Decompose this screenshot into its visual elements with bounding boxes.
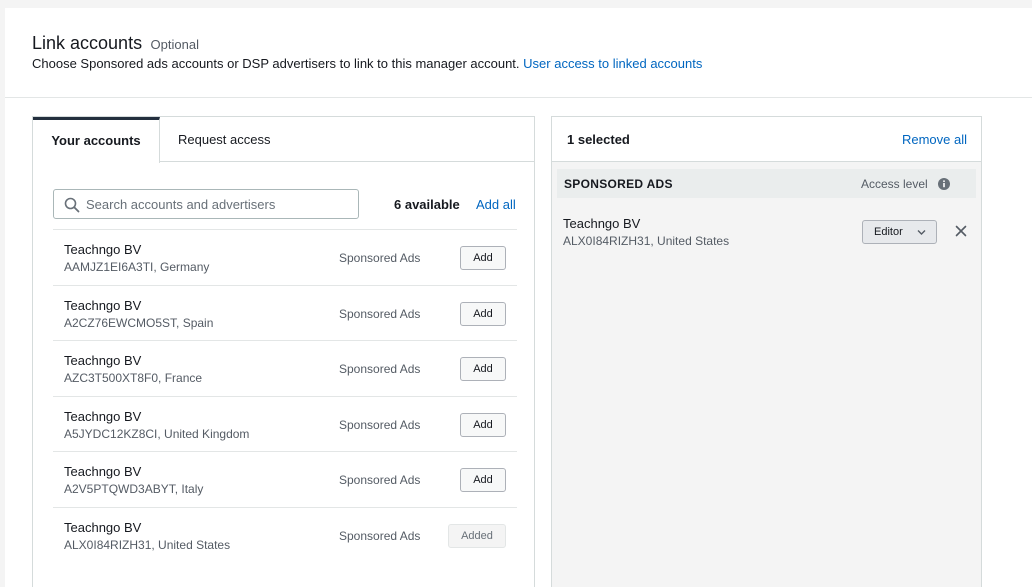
selected-header: 1 selected Remove all xyxy=(552,117,981,162)
account-name: Teachngo BV xyxy=(64,242,142,257)
tab-request-access[interactable]: Request access xyxy=(178,117,271,162)
subtitle-text: Choose Sponsored ads accounts or DSP adv… xyxy=(32,56,520,71)
account-type: Sponsored Ads xyxy=(339,473,421,488)
selected-count: 1 selected xyxy=(567,132,630,147)
access-level-label: Access level xyxy=(861,177,928,191)
account-type: Sponsored Ads xyxy=(339,306,421,321)
selected-account-id: ALX0I84RIZH31, United States xyxy=(563,234,730,248)
account-name: Teachngo BV xyxy=(64,464,142,480)
search-box[interactable] xyxy=(53,189,359,219)
account-name: Teachngo BV xyxy=(64,297,142,313)
section-header: SPONSORED ADS Access level xyxy=(557,169,976,198)
search-input[interactable] xyxy=(86,194,354,214)
account-id: ALX0I84RIZH31, United States xyxy=(64,537,231,552)
add-button[interactable]: Add xyxy=(460,468,506,493)
account-type: Sponsored Ads xyxy=(339,362,421,377)
page-title: Link accounts xyxy=(32,33,143,53)
account-id: AAMJZ1EI6A3TI, Germany xyxy=(64,260,210,274)
access-level-select[interactable]: Editor xyxy=(862,220,937,244)
remove-all-link[interactable]: Remove all xyxy=(902,132,967,147)
selected-panel: 1 selected Remove all SPONSORED ADS Acce… xyxy=(551,116,982,587)
table-row: Teachngo BV AZC3T500XT8F0, France Sponso… xyxy=(53,340,517,396)
account-type: Sponsored Ads xyxy=(339,251,421,265)
table-row: Teachngo BV A2CZ76EWCMO5ST, Spain Sponso… xyxy=(53,284,517,341)
info-icon[interactable] xyxy=(938,178,950,190)
available-count: 6 available xyxy=(394,197,460,212)
page-subtitle: Choose Sponsored ads accounts or DSP adv… xyxy=(32,56,702,71)
page-header: Link accounts Optional Choose Sponsored … xyxy=(5,8,1032,98)
account-id: A2V5PTQWD3ABYT, Italy xyxy=(64,482,204,497)
add-button[interactable]: Add xyxy=(460,246,506,270)
role-label: Editor xyxy=(874,226,903,238)
account-name: Teachngo BV xyxy=(64,408,142,424)
section-title: SPONSORED ADS xyxy=(564,177,673,191)
added-badge: Added xyxy=(448,523,506,548)
table-row: Teachngo BV ALX0I84RIZH31, United States… xyxy=(53,506,517,563)
chevron-down-icon xyxy=(917,230,926,235)
add-button[interactable]: Add xyxy=(460,357,506,382)
search-icon xyxy=(64,197,80,213)
account-type: Sponsored Ads xyxy=(339,417,421,432)
add-all-link[interactable]: Add all xyxy=(476,197,516,212)
table-row: Teachngo BV A2V5PTQWD3ABYT, Italy Sponso… xyxy=(53,451,517,507)
accounts-list: Teachngo BV AAMJZ1EI6A3TI, Germany Spons… xyxy=(53,229,517,563)
tab-your-accounts[interactable]: Your accounts xyxy=(33,117,160,163)
add-button[interactable]: Add xyxy=(460,412,506,437)
account-id: A2CZ76EWCMO5ST, Spain xyxy=(64,315,214,330)
tab-bar: Your accounts Request access xyxy=(33,117,534,163)
optional-label: Optional xyxy=(150,37,199,52)
accounts-panel: Your accounts Request access 6 available… xyxy=(32,116,535,587)
table-row: Teachngo BV A5JYDC12KZ8CI, United Kingdo… xyxy=(53,395,517,452)
account-id: AZC3T500XT8F0, France xyxy=(64,371,203,386)
close-icon[interactable] xyxy=(955,225,967,237)
account-type: Sponsored Ads xyxy=(339,528,421,543)
title-line: Link accounts Optional xyxy=(32,33,199,54)
table-row: Teachngo BV AAMJZ1EI6A3TI, Germany Spons… xyxy=(53,229,517,285)
account-id: A5JYDC12KZ8CI, United Kingdom xyxy=(64,426,250,441)
account-name: Teachngo BV xyxy=(64,519,142,535)
account-name: Teachngo BV xyxy=(64,353,142,369)
user-access-link[interactable]: User access to linked accounts xyxy=(523,56,702,71)
selected-account-name: Teachngo BV xyxy=(563,216,641,231)
add-button[interactable]: Add xyxy=(460,301,506,326)
